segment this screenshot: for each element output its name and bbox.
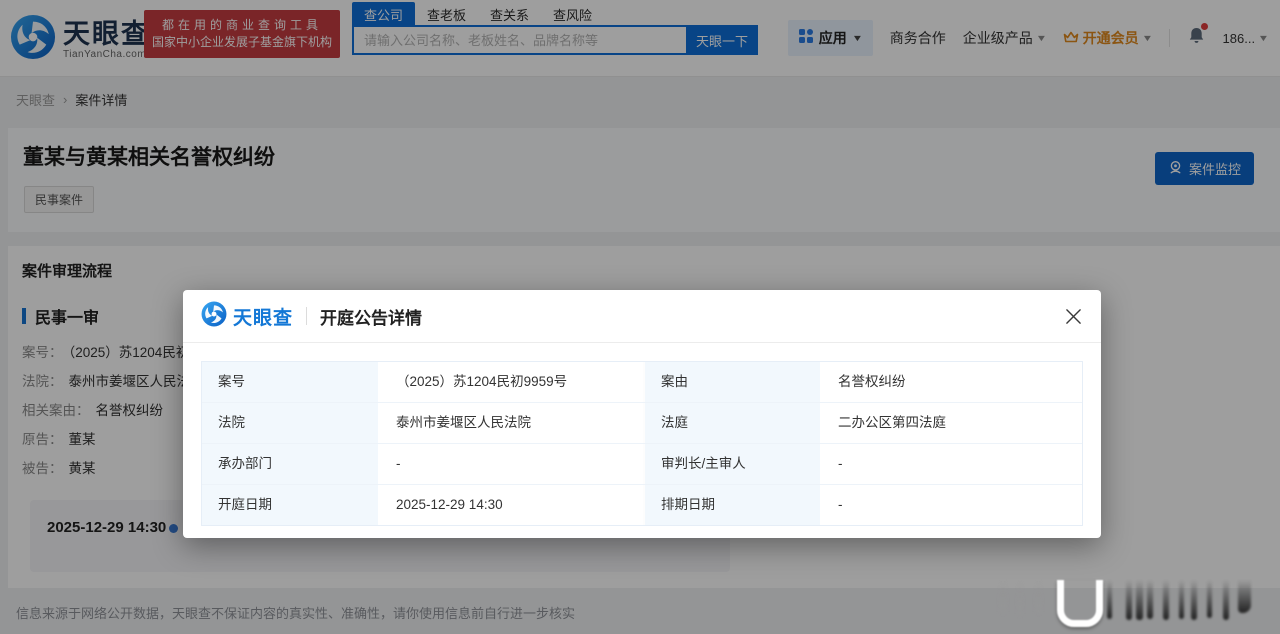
cell-label-cause: 案由 [645,362,822,402]
table-row: 法院 泰州市姜堰区人民法院 法庭 二办公区第四法庭 [202,402,1082,443]
cell-value-courtroom: 二办公区第四法庭 [822,403,1082,443]
table-row: 案号 （2025）苏1204民初9959号 案由 名誉权纠纷 [202,362,1082,402]
modal-brand-name: 天眼查 [233,303,293,330]
table-row: 开庭日期 2025-12-29 14:30 排期日期 - [202,484,1082,525]
page: 天眼查 TianYanCha.com 都在用的商业查询工具 国家中小企业发展子基… [0,0,1280,634]
cell-label-schedule-date: 排期日期 [645,485,822,525]
table-row: 承办部门 - 审判长/主审人 - [202,443,1082,484]
cell-label-judge: 审判长/主审人 [645,444,822,484]
cell-label-department: 承办部门 [202,444,380,484]
cell-label-courtroom: 法庭 [645,403,822,443]
cell-value-hearing-date: 2025-12-29 14:30 [380,485,645,525]
tianyancha-logo-icon [201,301,227,332]
modal-header: 天眼查 开庭公告详情 [183,290,1101,343]
close-icon[interactable] [1061,304,1085,328]
cell-label-court: 法院 [202,403,380,443]
cell-label-hearing-date: 开庭日期 [202,485,380,525]
court-announcement-modal: 天眼查 开庭公告详情 案号 （2025）苏1204民初9959号 案由 名誉权纠… [183,290,1101,538]
modal-header-divider [306,307,307,325]
cell-value-schedule-date: - [822,485,1082,525]
cell-label-case-number: 案号 [202,362,380,402]
announcement-table: 案号 （2025）苏1204民初9959号 案由 名誉权纠纷 法院 泰州市姜堰区… [201,361,1083,526]
cell-value-department: - [380,444,645,484]
cell-value-case-number: （2025）苏1204民初9959号 [380,362,645,402]
cell-value-cause: 名誉权纠纷 [822,362,1082,402]
cell-value-judge: - [822,444,1082,484]
cell-value-court: 泰州市姜堰区人民法院 [380,403,645,443]
modal-title: 开庭公告详情 [320,304,422,329]
